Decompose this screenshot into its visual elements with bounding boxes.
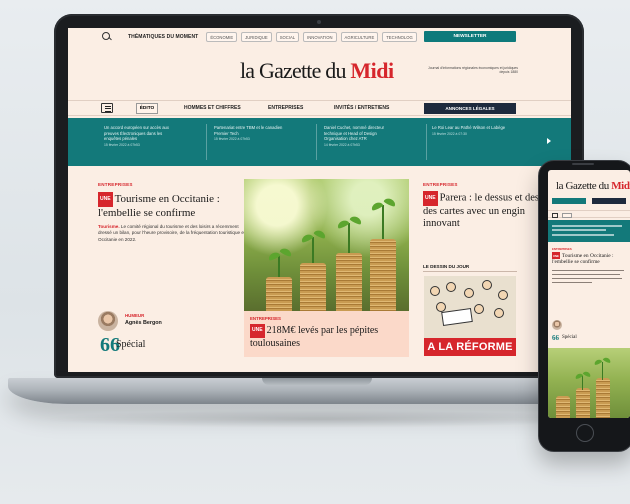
- une-badge: UNE: [250, 324, 265, 338]
- protest-sign: [441, 307, 473, 327]
- ticker-item[interactable]: Partenariat entre TBM et le canadien Pre…: [214, 125, 290, 143]
- ticker-item-text: Daniel Cuchet, nommé directeur technique…: [324, 125, 385, 142]
- phone-quote-icon: 66: [552, 334, 559, 342]
- ticker-divider: [426, 124, 427, 160]
- topic-chip-agriculture[interactable]: AGRICULTURE: [340, 32, 379, 42]
- topic-chip-economie[interactable]: ÉCONOMIE: [206, 32, 238, 42]
- topic-chip-juridique[interactable]: JURIDIQUE: [241, 32, 272, 42]
- featured-article[interactable]: ENTREPRISES UNE 218M€ levés par les pépit…: [244, 179, 409, 357]
- ticker-divider: [206, 124, 207, 160]
- themes-label: THÉMATIQUES DU MOMENT: [128, 34, 199, 40]
- news-ticker: Un accord européen sur accès aux preuves…: [68, 118, 571, 166]
- search-icon[interactable]: [102, 32, 112, 42]
- phone-logo-main: la Gazette du: [556, 180, 612, 192]
- topic-chip-technologie[interactable]: TECHNOLOG: [382, 32, 417, 42]
- device-mockup-scene: THÉMATIQUES DU MOMENT ÉCONOMIE JURIDIQUE…: [0, 0, 630, 504]
- ticker-item-date: 14 février 2022 à 07h53: [324, 142, 360, 147]
- newsletter-button[interactable]: NEWSLETTER: [424, 31, 516, 42]
- topic-chip-social[interactable]: SOCIAL: [275, 32, 300, 42]
- phone-featured-photo[interactable]: [548, 348, 630, 418]
- nav-item-edito[interactable]: ÉDITO: [136, 103, 158, 114]
- ticker-item-date: 15 février 2022 à 07h53: [214, 137, 250, 142]
- logo-accent-text: Midi: [350, 58, 394, 83]
- phone-site-logo[interactable]: la Gazette du Midi: [556, 180, 630, 192]
- main-nav: ÉDITO HOMMES ET CHIFFRES ENTREPRISES INV…: [68, 100, 571, 116]
- phone-ticker: [548, 220, 630, 242]
- ticker-item-date: 15 février 2022 à 07h53: [104, 142, 140, 147]
- ticker-item-date: 15 février 2022 à 07:30: [432, 131, 467, 136]
- article-lead-bold: Tourisme.: [98, 224, 120, 229]
- phone-avatar: [552, 320, 562, 330]
- article-headline-text: 218M€ levés par les pépites toulousaines: [250, 325, 379, 349]
- topic-chip-innovation[interactable]: INNOVATION: [303, 32, 337, 42]
- laptop-notch: [262, 378, 372, 385]
- phone-nav: [548, 210, 630, 218]
- article-kicker: ENTREPRISES: [98, 182, 133, 187]
- left-article[interactable]: ENTREPRISES UNE Tourisme en Occitanie : l…: [98, 182, 248, 243]
- humeur-kicker: HUMEUR: [125, 313, 145, 318]
- ticker-item-text: Un accord européen sur accès aux preuves…: [104, 125, 169, 142]
- masthead: la Gazette du Midi Journal d'information…: [68, 54, 571, 92]
- site-logo[interactable]: la Gazette du Midi: [240, 58, 394, 84]
- phone-humeur-title: Spécial: [562, 335, 577, 340]
- phone-screen: la Gazette du Midi ENTREPRISES UNETouris…: [548, 170, 630, 418]
- phone-newsletter-button[interactable]: [552, 198, 586, 204]
- article-headline: UNE Tourisme en Occitanie : l'embellie se…: [98, 192, 248, 219]
- phone-nav-edito[interactable]: [562, 212, 572, 218]
- article-headline-text: Tourisme en Occitanie : l'embellie se co…: [98, 192, 220, 219]
- phone-speaker: [572, 163, 594, 165]
- ticker-item[interactable]: Daniel Cuchet, nommé directeur technique…: [324, 125, 400, 148]
- menu-icon[interactable]: [101, 103, 113, 113]
- section-divider: [423, 271, 517, 272]
- humeur-title: Spécial: [116, 339, 146, 350]
- une-badge: UNE: [423, 191, 438, 206]
- phone-article-kicker: ENTREPRISES: [552, 247, 572, 251]
- dessin-du-jour-title: LE DESSIN DU JOUR: [423, 264, 470, 269]
- nav-item-entreprises[interactable]: ENTREPRISES: [268, 105, 303, 111]
- ticker-item-text: Partenariat entre TBM et le canadien Pre…: [214, 125, 283, 136]
- avatar: [98, 311, 118, 331]
- ticker-item-text: Le Roi Lear au Pathé Wilson et Labège: [432, 125, 506, 130]
- une-badge: UNE: [98, 192, 113, 207]
- annonces-legales-button[interactable]: ANNONCES LÉGALES: [424, 103, 516, 114]
- cartoon-banner: A LA RÉFORME: [424, 338, 516, 356]
- phone-article-headline-text: Tourisme en Occitanie : l'embellie se co…: [552, 252, 614, 266]
- article-kicker: ENTREPRISES: [250, 316, 281, 321]
- humeur-author: Agnès Bergon: [125, 320, 162, 326]
- phone-home-button[interactable]: [576, 424, 594, 442]
- dessin-du-jour-cartoon[interactable]: A LA RÉFORME: [424, 276, 516, 356]
- nav-item-invites-entretiens[interactable]: INVITÉS / ENTRETIENS: [334, 105, 389, 111]
- laptop-screen: THÉMATIQUES DU MOMENT ÉCONOMIE JURIDIQUE…: [68, 28, 571, 372]
- phone-logo-accent: Midi: [611, 180, 630, 192]
- ticker-divider: [316, 124, 317, 160]
- phone-menu-icon[interactable]: [552, 212, 558, 218]
- article-lead: Tourisme. Le comité régional du tourisme…: [98, 224, 248, 243]
- nav-item-hommes-chiffres[interactable]: HOMMES ET CHIFFRES: [184, 105, 241, 111]
- phone-annonces-button[interactable]: [592, 198, 626, 204]
- phone-article-headline[interactable]: UNE Tourisme en Occitanie : l'embellie se…: [552, 252, 626, 266]
- featured-photo: [244, 179, 409, 311]
- article-headline: UNE 218M€ levés par les pépites toulousai…: [250, 324, 405, 349]
- article-lead-text: Le comité régional du tourisme et des lo…: [98, 224, 247, 242]
- chevron-right-icon[interactable]: [547, 138, 551, 144]
- ticker-item[interactable]: Un accord européen sur accès aux preuves…: [104, 125, 180, 148]
- logo-main-text: la Gazette du: [240, 58, 351, 83]
- camera-icon: [317, 20, 321, 24]
- laptop-shadow: [40, 410, 600, 428]
- ticker-item[interactable]: Le Roi Lear au Pathé Wilson et Labège 15…: [432, 125, 508, 137]
- site-tagline: Journal d'informations régionales économ…: [428, 66, 518, 75]
- featured-caption: ENTREPRISES UNE 218M€ levés par les pépit…: [250, 316, 405, 349]
